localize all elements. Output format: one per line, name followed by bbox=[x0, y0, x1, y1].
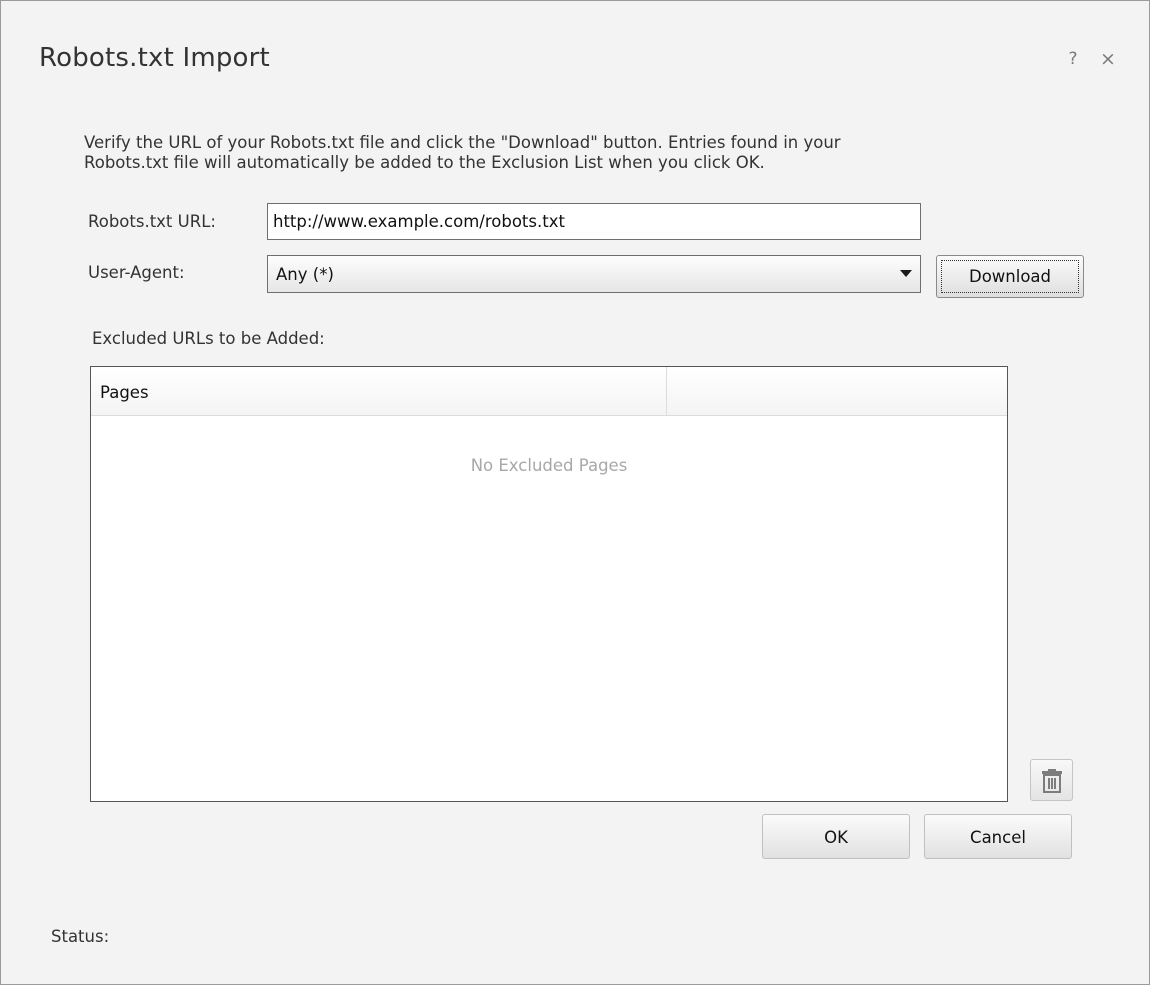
cancel-button-label: Cancel bbox=[970, 828, 1026, 847]
ok-button-label: OK bbox=[824, 828, 848, 847]
dialog-title: Robots.txt Import bbox=[39, 43, 270, 73]
robots-url-label: Robots.txt URL: bbox=[88, 212, 216, 231]
trash-icon bbox=[1042, 769, 1062, 793]
list-header: Pages bbox=[91, 367, 1007, 416]
column-header-pages-label: Pages bbox=[100, 383, 149, 402]
excluded-pages-list[interactable]: Pages No Excluded Pages bbox=[90, 366, 1008, 802]
robots-url-input[interactable] bbox=[267, 203, 921, 240]
user-agent-select[interactable]: Any (*) bbox=[267, 255, 921, 293]
download-button-label: Download bbox=[968, 267, 1052, 286]
instructions-text: Verify the URL of your Robots.txt file a… bbox=[84, 133, 1044, 173]
download-button[interactable]: Download bbox=[936, 255, 1084, 298]
excluded-urls-label: Excluded URLs to be Added: bbox=[92, 329, 325, 348]
close-icon[interactable]: × bbox=[1097, 48, 1119, 70]
help-icon[interactable]: ? bbox=[1064, 49, 1082, 71]
instructions-line-1: Verify the URL of your Robots.txt file a… bbox=[84, 133, 841, 152]
user-agent-label: User-Agent: bbox=[88, 263, 185, 282]
empty-list-message: No Excluded Pages bbox=[470, 456, 628, 475]
ok-button[interactable]: OK bbox=[762, 814, 910, 859]
cancel-button[interactable]: Cancel bbox=[924, 814, 1072, 859]
instructions-line-2: Robots.txt file will automatically be ad… bbox=[84, 153, 765, 172]
column-header-pages[interactable]: Pages bbox=[91, 367, 667, 415]
delete-button[interactable] bbox=[1030, 759, 1073, 801]
column-header-extra[interactable] bbox=[667, 367, 1007, 415]
user-agent-selected-value: Any (*) bbox=[276, 265, 334, 284]
robots-import-dialog: Robots.txt Import ? × Verify the URL of … bbox=[0, 0, 1150, 985]
status-label: Status: bbox=[51, 927, 110, 946]
chevron-down-icon[interactable] bbox=[900, 270, 912, 277]
